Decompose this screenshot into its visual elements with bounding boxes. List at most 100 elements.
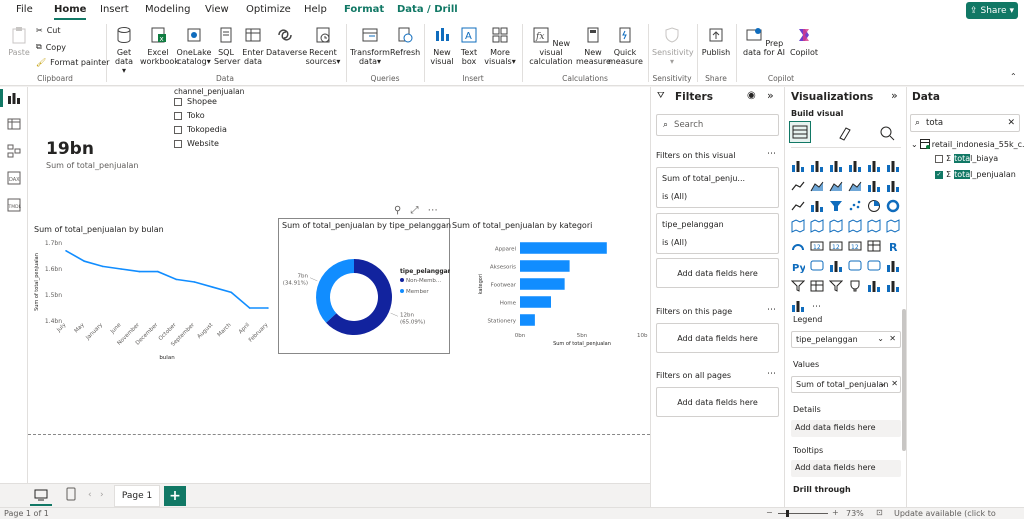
slicer-option[interactable]: Website bbox=[174, 139, 219, 148]
transform-data-button[interactable]: Transform data▾ bbox=[350, 26, 390, 66]
line-series[interactable] bbox=[65, 250, 268, 309]
remove-field-icon[interactable]: ✕ bbox=[891, 379, 898, 388]
more-icon[interactable]: ⋯ bbox=[810, 299, 824, 313]
multi-row-card-icon[interactable]: 12 bbox=[829, 239, 843, 253]
menu-file[interactable]: File bbox=[16, 4, 33, 15]
menu-help[interactable]: Help bbox=[304, 4, 327, 15]
fit-to-page-icon[interactable]: ⊡ bbox=[876, 508, 883, 517]
kpi-icon[interactable]: 12 bbox=[848, 239, 862, 253]
data-point[interactable] bbox=[138, 270, 141, 273]
dax-query-icon[interactable]: DAX bbox=[7, 171, 21, 185]
add-visual-filter-well[interactable]: Add data fields here bbox=[656, 258, 779, 288]
matrix-icon[interactable] bbox=[810, 279, 824, 293]
new-measure-button[interactable]: New measure bbox=[576, 26, 611, 66]
stacked-area-icon[interactable] bbox=[829, 179, 843, 193]
arcgis-icon[interactable] bbox=[886, 219, 900, 233]
excel-workbook-button[interactable]: x Excel workbook bbox=[140, 26, 179, 66]
zoom-out-icon[interactable]: − bbox=[766, 508, 773, 517]
details-well[interactable]: Add data fields here bbox=[791, 420, 901, 437]
legend-marker[interactable] bbox=[400, 289, 404, 293]
collapse-pane-icon[interactable]: » bbox=[767, 89, 774, 102]
clustered-bar-icon[interactable] bbox=[829, 159, 843, 173]
page-tab-1[interactable]: Page 1 bbox=[114, 485, 160, 507]
field-total-biaya[interactable]: Σ total_biaya bbox=[935, 154, 998, 163]
paginated-icon[interactable] bbox=[886, 259, 900, 273]
trophy-icon[interactable] bbox=[848, 279, 862, 293]
card-visual[interactable]: 19bn Sum of total_penjualan bbox=[40, 91, 160, 211]
sensitivity-button[interactable]: Sensitivity ▾ bbox=[652, 26, 694, 66]
format-painter-button[interactable]: 🖌 Format painter bbox=[36, 58, 110, 67]
add-report-filter-well[interactable]: Add data fields here bbox=[656, 387, 779, 417]
slicer-checkbox[interactable] bbox=[174, 111, 182, 120]
prep-data-ai-button[interactable]: Prep data for AI bbox=[740, 26, 788, 57]
focus-mode-icon[interactable]: ⤢ bbox=[411, 205, 419, 216]
line-clustered-column-icon[interactable] bbox=[867, 179, 881, 193]
slicer-checkbox[interactable] bbox=[174, 97, 182, 106]
legend-well[interactable]: tipe_pelanggan ⌄ ✕ bbox=[791, 331, 901, 348]
legend-marker[interactable] bbox=[400, 278, 404, 282]
report-view-icon[interactable] bbox=[7, 91, 21, 105]
data-point[interactable] bbox=[267, 307, 269, 309]
more-options-icon[interactable]: ⋯ bbox=[767, 369, 776, 379]
scatter-icon[interactable] bbox=[848, 199, 862, 213]
slicer-checkbox[interactable] bbox=[174, 125, 182, 134]
data-search-input[interactable]: tota bbox=[926, 118, 1001, 128]
r-visual-icon[interactable]: R bbox=[886, 239, 900, 253]
more-options-icon[interactable]: ⋯ bbox=[767, 305, 776, 315]
values-well[interactable]: Sum of total_penjualan ⌄ ✕ bbox=[791, 376, 901, 393]
text-box-button[interactable]: A Text box bbox=[456, 26, 482, 66]
data-point[interactable] bbox=[65, 250, 67, 252]
tooltips-well[interactable]: Add data fields here bbox=[791, 460, 901, 477]
get-data-button[interactable]: Get data ▾ bbox=[110, 26, 138, 75]
tmdl-view-icon[interactable]: TMDL bbox=[7, 198, 21, 212]
update-notice[interactable]: Update available (click to download) bbox=[894, 509, 1024, 519]
gauge-icon[interactable] bbox=[791, 239, 805, 253]
metrics-icon[interactable] bbox=[867, 279, 881, 293]
ribbon-icon[interactable] bbox=[791, 199, 805, 213]
bar[interactable] bbox=[520, 314, 535, 326]
decomp-tree-icon[interactable] bbox=[829, 259, 843, 273]
filter-card-total-penjualan[interactable]: Sum of total_penju... is (All) bbox=[656, 167, 779, 208]
recent-sources-button[interactable]: Recent sources▾ bbox=[304, 26, 342, 66]
share-button[interactable]: ⇪ Share ▾ bbox=[966, 2, 1018, 19]
power-automate-icon[interactable] bbox=[791, 299, 805, 313]
slicer-option[interactable]: Toko bbox=[174, 111, 205, 120]
data-point[interactable] bbox=[212, 286, 214, 288]
more-options-icon[interactable]: ⋯ bbox=[428, 205, 438, 216]
add-page-button[interactable]: + bbox=[164, 486, 186, 506]
clustered-column-icon[interactable] bbox=[848, 159, 862, 173]
paste-button[interactable]: Paste bbox=[6, 26, 32, 57]
smart-narrative-icon[interactable] bbox=[867, 259, 881, 273]
100-stacked-bar-icon[interactable] bbox=[867, 159, 881, 173]
100-stacked-column-icon[interactable] bbox=[886, 159, 900, 173]
data-point[interactable] bbox=[248, 307, 251, 309]
slicer-option[interactable]: Tokopedia bbox=[174, 125, 227, 134]
new-visual-calculation-button[interactable]: fx New visual calculation bbox=[526, 26, 576, 66]
python-icon[interactable]: Py bbox=[791, 259, 805, 273]
stacked-column-icon[interactable] bbox=[810, 159, 824, 173]
waterfall-icon[interactable] bbox=[810, 199, 824, 213]
treemap-icon[interactable] bbox=[791, 219, 805, 233]
azure-map-icon[interactable] bbox=[848, 219, 862, 233]
menu-format[interactable]: Format bbox=[344, 4, 384, 15]
report-canvas[interactable]: 19bn Sum of total_penjualan channel_penj… bbox=[28, 87, 650, 483]
donut-slice[interactable] bbox=[316, 259, 354, 323]
chevron-down-icon[interactable]: ⌄ bbox=[879, 379, 886, 388]
onelake-catalog-button[interactable]: OneLake catalog▾ bbox=[176, 26, 212, 66]
more-visuals-button[interactable]: More visuals▾ bbox=[482, 26, 518, 66]
quick-measure-button[interactable]: Quick measure bbox=[608, 26, 643, 66]
menu-optimize[interactable]: Optimize bbox=[246, 4, 291, 15]
bar[interactable] bbox=[520, 260, 570, 272]
data-point[interactable] bbox=[157, 270, 159, 273]
card-icon[interactable]: 12 bbox=[810, 239, 824, 253]
copilot-button[interactable]: Copilot bbox=[788, 26, 820, 57]
collapse-pane-icon[interactable]: » bbox=[891, 89, 898, 102]
add-page-filter-well[interactable]: Add data fields here bbox=[656, 323, 779, 353]
refresh-button[interactable]: Refresh bbox=[390, 26, 420, 57]
filter-card-tipe-pelanggan[interactable]: tipe_pelanggan is (All) bbox=[656, 213, 779, 254]
sql-server-button[interactable]: SQL Server bbox=[214, 26, 240, 66]
menu-modeling[interactable]: Modeling bbox=[145, 4, 191, 15]
data-point[interactable] bbox=[101, 265, 104, 268]
bar-chart[interactable]: Apparel Aksesoris Footwear Home Stationery 0b… bbox=[448, 233, 648, 358]
format-visual-icon[interactable] bbox=[837, 125, 853, 141]
